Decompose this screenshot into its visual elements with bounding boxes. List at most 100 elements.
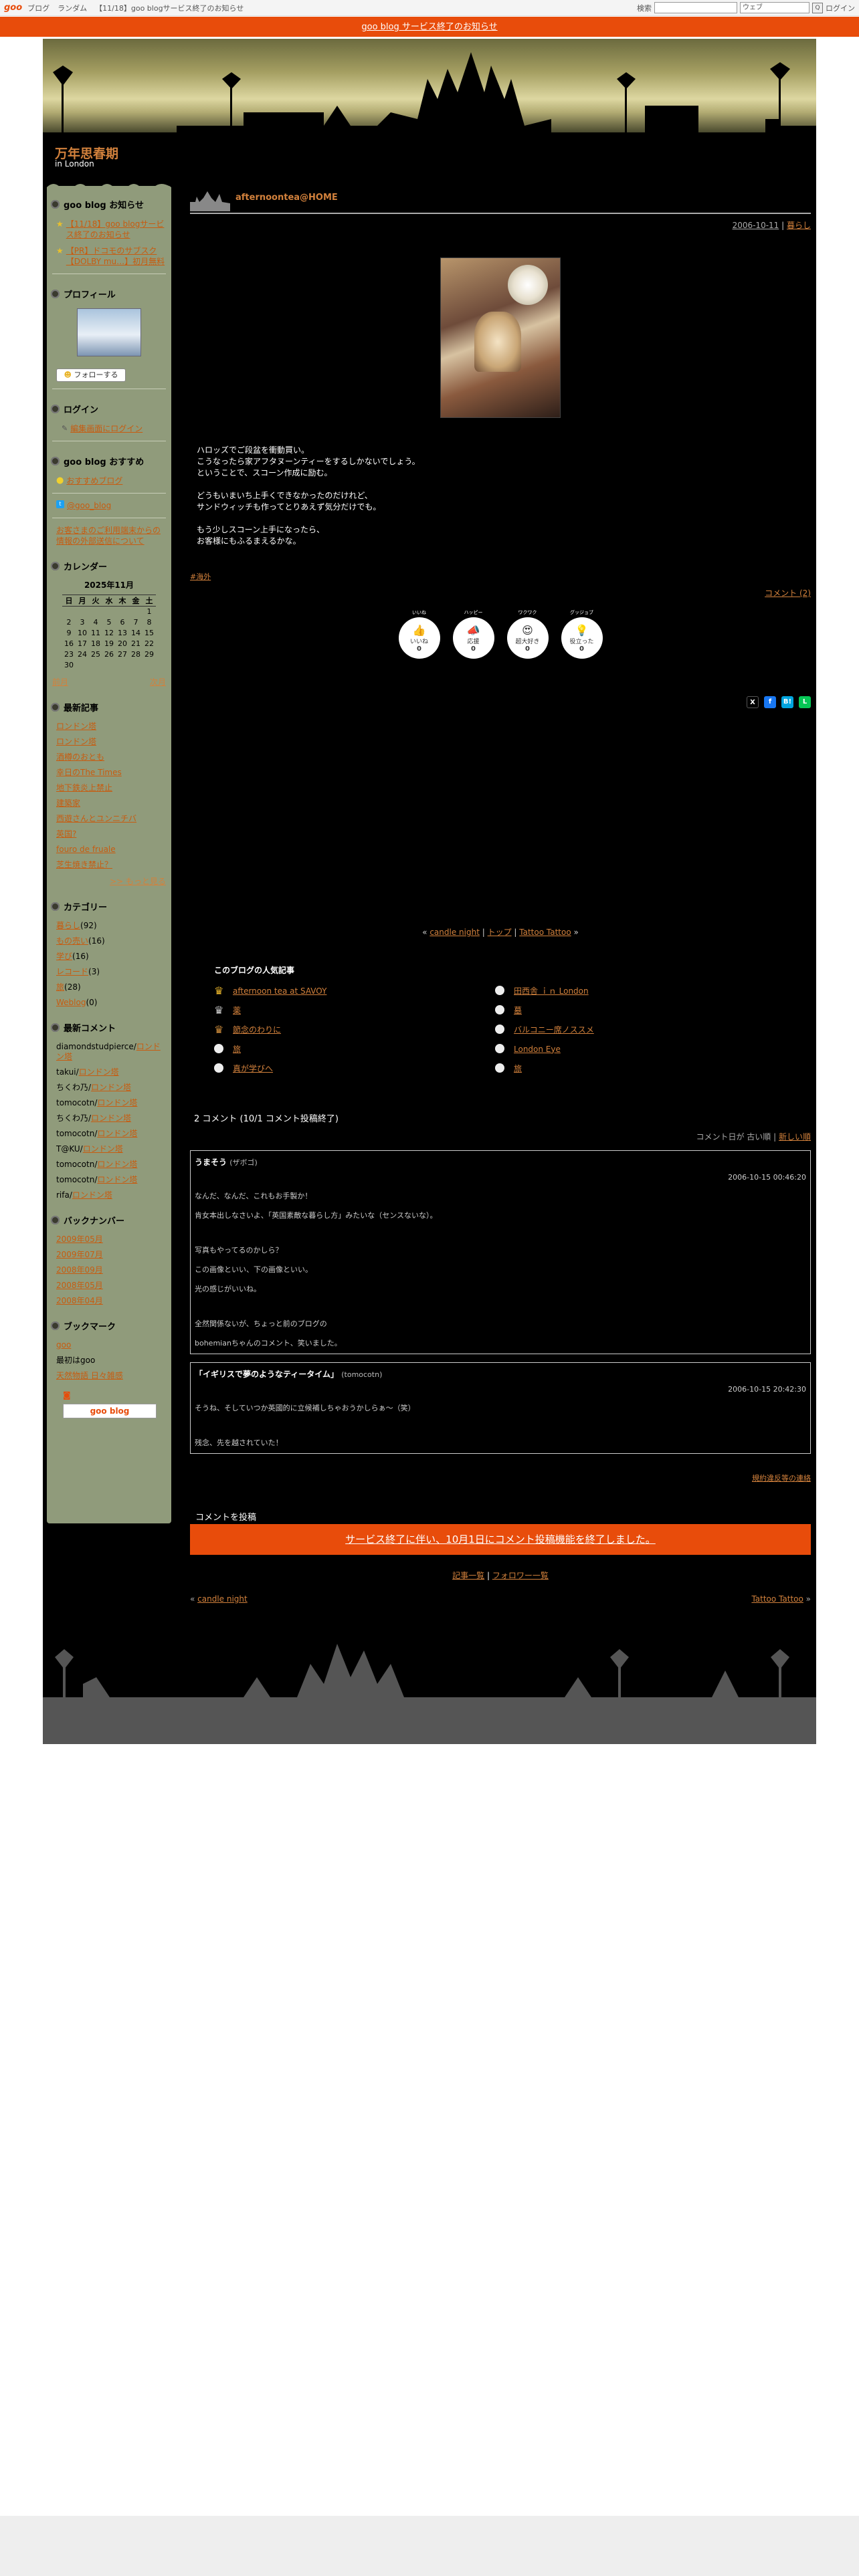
blog-subtitle: in London xyxy=(55,159,94,169)
category-link[interactable]: 旅 xyxy=(56,982,64,992)
recent-article-link[interactable]: ロンドン塔 xyxy=(56,722,96,731)
report-violation-link[interactable]: 規約違反等の連絡 xyxy=(752,1474,811,1483)
top-link[interactable]: トップ xyxy=(488,928,512,937)
popular-article-link[interactable]: 旅 xyxy=(514,1063,522,1074)
recent-article-link[interactable]: 幸日のThe Times xyxy=(56,768,122,777)
popular-item: ♛ afternoon tea at SAVOY xyxy=(214,985,495,996)
comments-closed-link[interactable]: サービス終了に伴い、10月1日にコメント投稿機能を終了しました。 xyxy=(345,1533,656,1545)
comment-author: takui/ xyxy=(56,1067,79,1077)
goo-logo[interactable]: goo xyxy=(4,3,22,13)
follow-button[interactable]: ☻ フォローする xyxy=(56,368,126,382)
reaction-button[interactable]: グッジョブ 💡 役立った 0 xyxy=(561,609,603,659)
comment-article-link[interactable]: ロンドン塔 xyxy=(97,1098,137,1107)
category-link[interactable]: Weblog xyxy=(56,998,86,1007)
policy-link[interactable]: お客さまのご利用端末からの情報の外部送信について xyxy=(56,525,166,546)
popular-article-link[interactable]: 墓 xyxy=(514,1004,522,1016)
recent-article-link[interactable]: 英国? xyxy=(56,829,76,839)
popular-article-link[interactable]: バルコニー席ノススメ xyxy=(514,1024,594,1035)
calendar-prev-link[interactable]: 前月 xyxy=(52,676,68,687)
entry-category-link[interactable]: 暮らし xyxy=(787,221,811,230)
search-icon[interactable]: Q xyxy=(812,2,823,13)
profile-image[interactable] xyxy=(77,308,141,356)
comment-article-link[interactable]: ロンドン塔 xyxy=(79,1067,119,1077)
popular-article-link[interactable]: 節念のわりに xyxy=(233,1024,281,1035)
comment-article-link[interactable]: ロンドン塔 xyxy=(83,1144,123,1154)
entry-photo[interactable] xyxy=(440,257,561,418)
backnumber-link[interactable]: 2008年05月 xyxy=(56,1281,103,1290)
reaction-label: 役立った xyxy=(569,638,594,645)
popular-article-link[interactable]: 薬 xyxy=(233,1004,241,1016)
backnumber-link[interactable]: 2009年07月 xyxy=(56,1250,103,1259)
random-link[interactable]: ランダム xyxy=(58,3,87,13)
category-link[interactable]: 暮らし xyxy=(56,921,80,930)
notice-item[interactable]: ★ 【PR】ドコモのサブスク【DOLBY mu…】初月無料 xyxy=(56,245,166,267)
recent-article-link[interactable]: 西遊さんとユンニチバ xyxy=(56,814,136,823)
entry-tag-link[interactable]: #海外 xyxy=(190,572,211,581)
comment-article-link[interactable]: ロンドン塔 xyxy=(91,1113,131,1123)
service-end-link[interactable]: goo blog サービス終了のお知らせ xyxy=(361,22,497,32)
follower-list-link[interactable]: フォロワー一覧 xyxy=(492,1571,549,1580)
comment-article-link[interactable]: ロンドン塔 xyxy=(97,1129,137,1138)
notice-item[interactable]: ★ 【11/18】goo blogサービス終了のお知らせ xyxy=(56,219,166,240)
bottom-prev-link[interactable]: candle night xyxy=(197,1594,248,1604)
reaction-circle[interactable]: 👍 いいね 0 xyxy=(398,617,440,659)
twitter-link[interactable]: t @goo_blog xyxy=(56,500,166,511)
category-link[interactable]: 学び xyxy=(56,952,72,961)
bookmark-link[interactable]: 天然物語 日々雑感 xyxy=(56,1371,123,1380)
calendar-day xyxy=(129,607,142,617)
reaction-button[interactable]: ワクワク 😍 超大好き 0 xyxy=(506,609,549,659)
popular-article-link[interactable]: 旅 xyxy=(233,1043,241,1055)
recent-more-link[interactable]: >> もっと見る xyxy=(110,877,166,886)
line-share-icon[interactable]: L xyxy=(799,696,811,708)
article-list-link[interactable]: 記事一覧 xyxy=(452,1571,484,1580)
search-scope-select[interactable]: ウェブ xyxy=(740,2,809,13)
goo-blog-badge[interactable]: goo blog xyxy=(63,1403,157,1418)
edit-login-link[interactable]: ✎ 編集画面にログイン xyxy=(56,423,166,434)
recent-comment-item: ちくわ乃/ロンドン塔 xyxy=(56,1113,166,1123)
recent-article-link[interactable]: 地下鉄炎上禁止 xyxy=(56,783,112,792)
hatena-share-icon[interactable]: B! xyxy=(781,696,793,708)
bookmark-link[interactable]: goo xyxy=(56,1340,71,1350)
entry-title[interactable]: afternoontea@HOME xyxy=(235,193,338,203)
reaction-circle[interactable]: 📣 応援 0 xyxy=(452,617,494,659)
backnumber-link[interactable]: 2008年04月 xyxy=(56,1296,103,1305)
login-link[interactable]: ログイン xyxy=(826,3,855,13)
reaction-button[interactable]: いいね 👍 いいね 0 xyxy=(398,609,440,659)
x-share-icon[interactable]: X xyxy=(747,696,759,708)
reaction-circle[interactable]: 💡 役立った 0 xyxy=(561,617,603,659)
entry-comment-link[interactable]: コメント (2) xyxy=(765,588,811,598)
recent-article-link[interactable]: 芝生焼き禁止？ xyxy=(56,860,112,869)
popular-article-link[interactable]: London Eye xyxy=(514,1045,561,1054)
backnumber-link[interactable]: 2008年09月 xyxy=(56,1265,103,1275)
category-link[interactable]: レコード xyxy=(56,967,88,976)
bottom-next-link[interactable]: Tattoo Tattoo xyxy=(751,1594,803,1604)
popular-article-link[interactable]: 田西舎 ｉｎ London xyxy=(514,985,589,996)
search-input[interactable] xyxy=(654,2,737,13)
backnumber-link[interactable]: 2009年05月 xyxy=(56,1235,103,1244)
comment-article-link[interactable]: ロンドン塔 xyxy=(91,1083,131,1092)
notice-text[interactable]: 【11/18】goo blogサービス終了のお知らせ xyxy=(95,3,244,13)
comment-article-link[interactable]: ロンドン塔 xyxy=(97,1160,137,1169)
blog-link[interactable]: ブログ xyxy=(27,3,50,13)
comment-article-link[interactable]: ロンドン塔 xyxy=(97,1175,137,1184)
reaction-circle[interactable]: 😍 超大好き 0 xyxy=(506,617,549,659)
recent-article-link[interactable]: 酒樽のおとも xyxy=(56,752,104,762)
category-heading: カテゴリー xyxy=(51,900,167,913)
calendar-next-link[interactable]: 次月 xyxy=(150,676,166,687)
reaction-button[interactable]: ハッピー 📣 応援 0 xyxy=(452,609,494,659)
popular-article-link[interactable]: 真が学びへ xyxy=(233,1063,273,1074)
prev-entry-link[interactable]: candle night xyxy=(430,928,480,937)
sort-new-link[interactable]: 新しい順 xyxy=(779,1132,811,1142)
popular-item: 墓 xyxy=(495,1004,776,1016)
rss-icon[interactable]: ◙ xyxy=(63,1390,171,1400)
next-entry-link[interactable]: Tattoo Tattoo xyxy=(519,928,571,937)
recent-article-link[interactable]: 建築家 xyxy=(56,798,80,808)
popular-article-link[interactable]: afternoon tea at SAVOY xyxy=(233,986,326,996)
category-link[interactable]: もの売い xyxy=(56,936,88,946)
recent-article-link[interactable]: ロンドン塔 xyxy=(56,737,96,746)
comment-article-link[interactable]: ロンドン塔 xyxy=(72,1190,112,1200)
recent-article-link[interactable]: fouro de fruale xyxy=(56,845,116,854)
facebook-share-icon[interactable]: f xyxy=(764,696,776,708)
recommend-blog-link[interactable]: ● おすすめブログ xyxy=(56,475,166,486)
entry-date-link[interactable]: 2006-10-11 xyxy=(733,221,779,230)
